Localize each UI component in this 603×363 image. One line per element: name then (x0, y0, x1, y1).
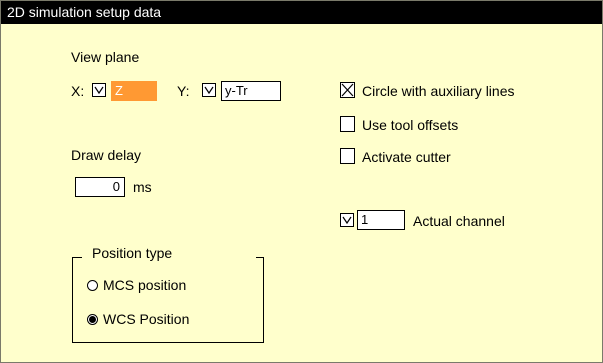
tool-offsets-label[interactable]: Use tool offsets (362, 117, 458, 133)
tool-offsets-checkbox[interactable] (340, 116, 355, 132)
x-axis-label: X: (71, 83, 85, 99)
checkbox-checked-icon[interactable] (340, 82, 355, 98)
activate-cutter-label[interactable]: Activate cutter (362, 149, 451, 165)
radio-wcs-label[interactable]: WCS Position (103, 311, 189, 327)
group-border-right (256, 257, 264, 258)
channel-toggle-icon[interactable] (340, 213, 354, 227)
group-border-left (72, 257, 82, 258)
radio-mcs-icon[interactable] (87, 280, 98, 291)
y-axis-label: Y: (177, 83, 190, 99)
position-type-group (72, 257, 264, 343)
view-plane-label: View plane (71, 49, 140, 65)
y-axis-field[interactable]: y-Tr (221, 81, 281, 101)
activate-cutter-checkbox[interactable] (340, 148, 355, 164)
radio-mcs-label[interactable]: MCS position (103, 277, 186, 293)
draw-delay-unit: ms (133, 179, 152, 195)
position-type-label: Position type (90, 245, 175, 261)
y-toggle-icon[interactable] (202, 83, 216, 97)
circle-aux-label[interactable]: Circle with auxiliary lines (362, 83, 515, 99)
channel-label: Actual channel (413, 213, 505, 229)
window-title: 2D simulation setup data (1, 1, 602, 24)
channel-field[interactable]: 1 (357, 210, 405, 230)
dialog-window: 2D simulation setup data View plane X: Z… (0, 0, 603, 363)
draw-delay-field[interactable]: 0 (75, 177, 125, 197)
radio-wcs-icon[interactable] (87, 314, 98, 325)
x-axis-field[interactable]: Z (111, 81, 157, 101)
draw-delay-label: Draw delay (71, 147, 142, 163)
x-toggle-icon[interactable] (92, 83, 106, 97)
